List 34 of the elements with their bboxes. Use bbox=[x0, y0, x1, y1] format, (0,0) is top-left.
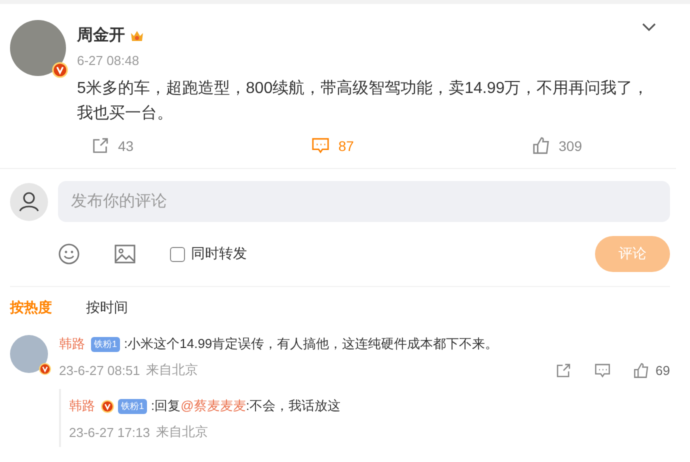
reply-time: 23-6-27 17:13 bbox=[69, 424, 150, 440]
fan-badge: 铁粉1 bbox=[118, 398, 148, 414]
emoji-icon[interactable] bbox=[58, 243, 80, 265]
mention-link[interactable]: @蔡麦麦麦 bbox=[180, 398, 246, 413]
like-action[interactable]: 309 bbox=[532, 136, 582, 155]
commenter-name[interactable]: 韩路 bbox=[69, 397, 95, 415]
share-icon bbox=[91, 136, 110, 155]
like-count: 69 bbox=[656, 362, 670, 378]
user-avatar-icon bbox=[10, 182, 48, 220]
post-time: 6-27 08:48 bbox=[77, 53, 140, 68]
comment-action[interactable]: 87 bbox=[311, 136, 354, 155]
comment-text: :小米这个14.99肯定误传，有人搞他，这连纯硬件成本都下不来。 bbox=[124, 335, 498, 353]
author-name[interactable]: 周金开 bbox=[77, 25, 125, 46]
repost-action[interactable]: 43 bbox=[91, 136, 134, 155]
thumbs-up-icon bbox=[532, 136, 551, 155]
post-text: 5米多的车，超跑造型，800续航，带高级智驾功能，卖14.99万，不用再问我了，我也买一台。 bbox=[77, 78, 650, 124]
comment-icon bbox=[311, 136, 330, 155]
sort-tab[interactable]: 按时间 bbox=[86, 299, 128, 317]
thumbs-up-icon[interactable] bbox=[632, 362, 650, 378]
sort-tab[interactable]: 按热度 bbox=[10, 299, 52, 317]
comment-input-field[interactable]: 发布你的评论 bbox=[58, 181, 670, 222]
commenter-name[interactable]: 韩路 bbox=[59, 335, 85, 353]
reply-text: :回复@蔡麦麦麦:不会，我话放这 bbox=[151, 397, 340, 415]
repost-checkbox[interactable] bbox=[170, 246, 185, 262]
image-icon[interactable] bbox=[114, 243, 136, 265]
comment-icon[interactable] bbox=[594, 362, 611, 378]
fan-badge: 铁粉1 bbox=[91, 336, 120, 352]
reply-location: 来自北京 bbox=[156, 423, 208, 441]
avatar-photo-placeholder[interactable] bbox=[10, 335, 48, 373]
share-icon[interactable] bbox=[554, 362, 572, 378]
comment-time: 23-6-27 08:51 bbox=[59, 362, 140, 378]
comment-location: 来自北京 bbox=[146, 361, 198, 379]
repost-label: 同时转发 bbox=[191, 245, 247, 263]
chevron-down-icon[interactable] bbox=[642, 22, 656, 32]
